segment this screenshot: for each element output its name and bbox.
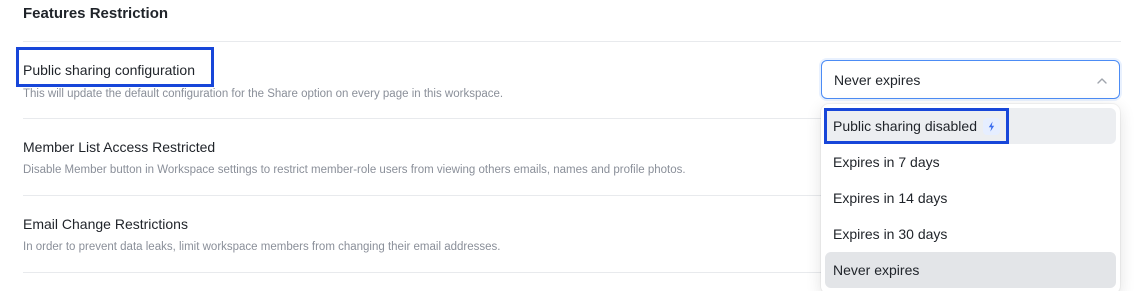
divider — [23, 41, 1121, 42]
email-change-restrictions-description: In order to prevent data leaks, limit wo… — [23, 241, 501, 253]
divider — [23, 272, 821, 273]
option-label: Never expires — [833, 262, 920, 278]
lightning-bolt-icon — [982, 117, 1000, 135]
option-expires-30-days[interactable]: Expires in 30 days — [825, 216, 1116, 252]
divider — [23, 195, 821, 196]
public-sharing-select[interactable]: Never expires — [821, 60, 1120, 99]
option-label: Expires in 14 days — [833, 190, 948, 206]
option-label: Expires in 7 days — [833, 154, 940, 170]
public-sharing-config-title: Public sharing configuration — [23, 62, 195, 78]
option-expires-7-days[interactable]: Expires in 7 days — [825, 144, 1116, 180]
option-public-sharing-disabled[interactable]: Public sharing disabled — [825, 108, 1116, 144]
sharing-options-dropdown: Public sharing disabled Expires in 7 day… — [821, 104, 1120, 291]
public-sharing-config-description: This will update the default configurati… — [23, 88, 504, 100]
section-title: Features Restriction — [23, 5, 169, 22]
member-list-access-description: Disable Member button in Workspace setti… — [23, 164, 686, 176]
select-value: Never expires — [834, 72, 921, 88]
option-label: Expires in 30 days — [833, 226, 948, 242]
option-never-expires[interactable]: Never expires — [825, 252, 1116, 288]
option-expires-14-days[interactable]: Expires in 14 days — [825, 180, 1116, 216]
member-list-access-title: Member List Access Restricted — [23, 139, 216, 155]
divider — [23, 118, 821, 119]
features-restriction-panel: Features Restriction Public sharing conf… — [0, 0, 1135, 291]
email-change-restrictions-title: Email Change Restrictions — [23, 216, 188, 232]
option-label: Public sharing disabled — [833, 118, 977, 134]
chevron-up-icon — [1095, 74, 1109, 88]
